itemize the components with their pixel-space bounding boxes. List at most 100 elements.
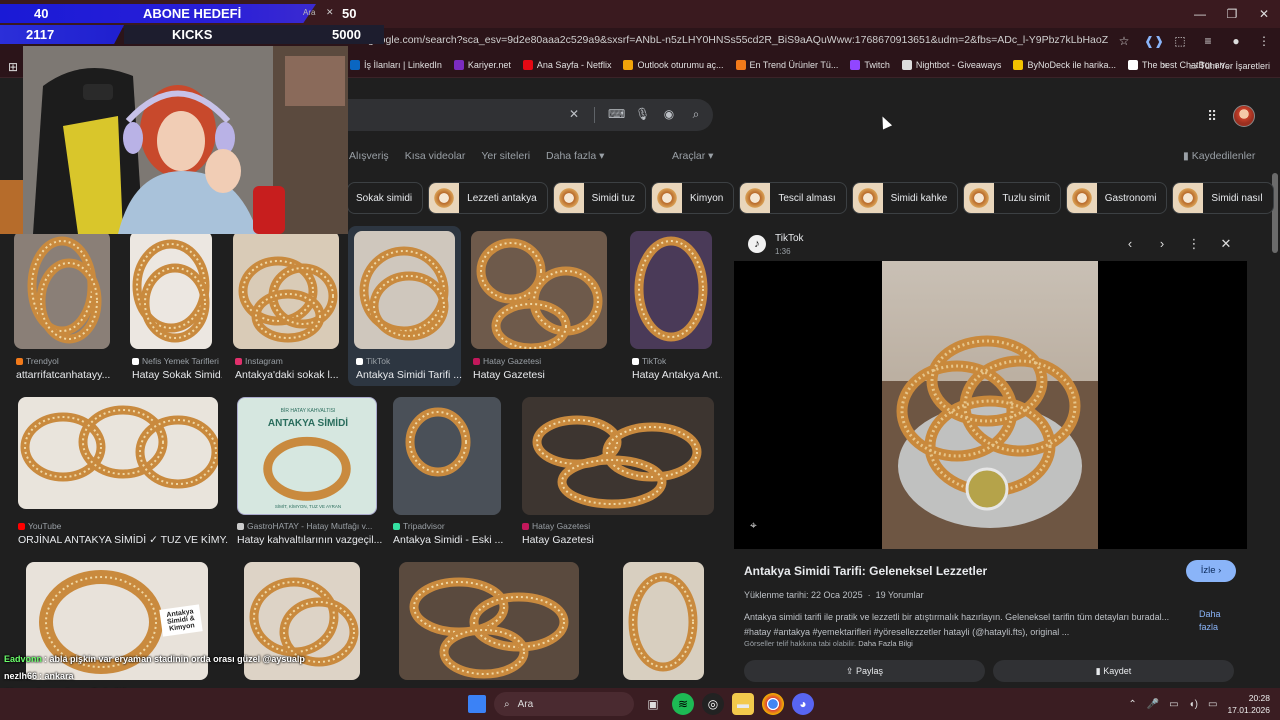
clear-icon[interactable]: ✕ <box>567 107 581 121</box>
lens-icon[interactable]: ◉ <box>662 107 676 121</box>
bookmarks-overflow-icon[interactable]: » <box>1162 60 1168 71</box>
share-button[interactable]: ⇪ Paylaş <box>744 660 985 682</box>
extensions-icon[interactable]: ⬚ <box>1172 33 1188 49</box>
result-thumbnail[interactable] <box>18 397 218 509</box>
close-icon[interactable]: ✕ <box>1248 0 1280 28</box>
mic-icon[interactable]: 🎤 <box>1147 699 1159 710</box>
reading-list-icon[interactable]: ≡ <box>1200 33 1216 49</box>
file-explorer-icon[interactable]: ▬ <box>732 693 754 715</box>
bookmark-item[interactable]: Outlook oturumu aç... <box>623 60 724 70</box>
task-view-icon[interactable]: ▣ <box>642 693 664 715</box>
microphone-icon[interactable]: 🎙 <box>635 107 650 121</box>
result-source[interactable]: Instagram <box>235 356 283 366</box>
related-search-chip[interactable]: Sokak simidi <box>347 182 424 214</box>
profile-icon[interactable]: ● <box>1228 33 1244 49</box>
image-result[interactable] <box>399 562 579 680</box>
image-result[interactable]: Instagram Antakya'daki sokak l... <box>233 231 339 381</box>
result-thumbnail[interactable] <box>233 231 339 349</box>
preview-media[interactable]: ⌖ <box>734 261 1247 549</box>
result-thumbnail[interactable] <box>522 397 714 515</box>
bookmark-item[interactable]: Twitch <box>850 60 890 70</box>
discord-icon[interactable]: ◕ <box>792 693 814 715</box>
related-search-chip[interactable]: Simidi kahke <box>851 182 959 214</box>
related-search-chip[interactable]: Simidi tuz <box>552 182 646 214</box>
url-text[interactable]: google.com/search?sca_esv=9d2e80aaa2c529… <box>368 34 1108 50</box>
image-result[interactable]: Hatay Gazetesi Hatay Gazetesi <box>471 231 607 381</box>
image-result[interactable]: Trendyol attarrifatcanhatayy... <box>14 231 110 381</box>
preview-image[interactable] <box>882 261 1098 549</box>
google-apps-icon[interactable]: ⠿ <box>1207 108 1217 125</box>
search-icon[interactable]: ⌕ <box>689 107 703 121</box>
avatar[interactable] <box>1233 105 1255 127</box>
result-title[interactable]: Hatay Sokak Simid... <box>132 369 222 381</box>
image-result[interactable]: Tripadvisor Antakya Simidi - Eski ... <box>393 397 503 547</box>
result-thumbnail[interactable] <box>130 231 212 349</box>
tray-overflow-icon[interactable]: ⌃ <box>1128 699 1136 710</box>
saved-button[interactable]: ▮ Kaydedilenler <box>1183 150 1255 162</box>
related-search-chip[interactable]: Tescil alması <box>739 182 847 214</box>
result-title[interactable]: Hatay Antakya Ant... <box>632 369 722 381</box>
result-thumbnail[interactable] <box>14 231 110 349</box>
result-title[interactable]: ORJİNAL ANTAKYA SİMİDİ ✓ TUZ VE KİMY... <box>18 534 228 546</box>
taskbar-search[interactable]: ⌕ Ara <box>494 692 634 716</box>
result-thumbnail[interactable] <box>354 231 455 349</box>
result-source[interactable]: Nefis Yemek Tarifleri <box>132 356 219 366</box>
bookmark-star-icon[interactable]: ☆ <box>1116 33 1132 49</box>
next-icon[interactable]: › <box>1155 236 1169 252</box>
result-source[interactable]: Tripadvisor <box>393 521 445 531</box>
keyboard-icon[interactable]: ⌨ <box>608 107 625 121</box>
result-source[interactable]: YouTube <box>18 521 61 531</box>
result-title[interactable]: Antakya Simidi Tarifi ... <box>356 369 465 381</box>
bookmark-item[interactable]: İş İlanları | LinkedIn <box>350 60 442 70</box>
volume-icon[interactable]: ◖) <box>1189 699 1198 710</box>
related-search-chip[interactable]: Tuzlu simit <box>963 182 1061 214</box>
image-result[interactable]: Nefis Yemek Tarifleri Hatay Sokak Simid..… <box>130 231 222 381</box>
filter-tab[interactable]: Kısa videolar <box>405 150 466 162</box>
filter-tab[interactable]: Alışveriş <box>349 150 389 162</box>
result-thumbnail[interactable] <box>471 231 607 349</box>
visual-search-icon[interactable]: ⌖ <box>750 518 757 533</box>
tools-button[interactable]: Araçlar ▾ <box>672 150 713 162</box>
result-thumbnail[interactable] <box>393 397 501 515</box>
result-title[interactable]: Hatay kahvaltılarının vazgeçil... <box>237 534 387 546</box>
scrollbar[interactable] <box>1270 78 1280 688</box>
result-source[interactable]: Hatay Gazetesi <box>473 356 541 366</box>
image-result[interactable]: BİR HATAY KAHVALTISI ANTAKYA SİMİDİ SİMİT,… <box>237 397 382 547</box>
bookmark-item[interactable]: En Trend Ürünler Tü... <box>735 60 838 70</box>
related-search-chip[interactable]: Lezzeti antakya <box>428 182 548 214</box>
start-icon[interactable] <box>468 695 486 713</box>
more-options-icon[interactable]: ⋮ <box>1187 236 1201 252</box>
image-result[interactable]: YouTube ORJİNAL ANTAKYA SİMİDİ ✓ TUZ VE K… <box>18 397 228 547</box>
result-source[interactable]: Trendyol <box>16 356 59 366</box>
result-title[interactable]: Hatay Gazetesi <box>473 369 617 381</box>
save-button[interactable]: ▮ Kaydet <box>993 660 1234 682</box>
result-source[interactable]: GastroHATAY - Hatay Mutfağı v... <box>237 521 372 531</box>
related-search-chip[interactable]: Simidi nasıl <box>1172 182 1274 214</box>
filter-tab[interactable]: Daha fazla ▾ <box>546 150 604 162</box>
learn-more-link[interactable]: Daha Fazla Bilgi <box>858 639 913 648</box>
result-source[interactable]: TikTok <box>632 356 666 366</box>
bookmark-item[interactable]: Nightbot - Giveaways <box>901 60 1001 70</box>
battery-icon[interactable]: ▭ <box>1208 699 1217 710</box>
image-result[interactable]: TikTok Antakya Simidi Tarifi ... <box>348 226 462 386</box>
related-search-chip[interactable]: Kimyon <box>651 182 735 214</box>
panel-source[interactable]: TikTok <box>775 233 804 244</box>
close-panel-icon[interactable]: ✕ <box>1219 236 1233 252</box>
result-thumbnail[interactable]: BİR HATAY KAHVALTISI ANTAKYA SİMİDİ SİMİT,… <box>237 397 377 515</box>
watch-button[interactable]: İzle › <box>1186 560 1236 582</box>
apps-icon[interactable]: ⊞ <box>8 60 18 74</box>
bookmark-item[interactable]: Kariyer.net <box>453 60 511 70</box>
clock[interactable]: 20:28 17.01.2026 <box>1227 692 1270 716</box>
result-title[interactable]: attarrifatcanhatayy... <box>16 369 120 381</box>
result-title[interactable]: Antakya'daki sokak l... <box>235 369 349 381</box>
bookmark-item[interactable]: Ana Sayfa - Netflix <box>522 60 611 70</box>
result-thumbnail[interactable] <box>630 231 712 349</box>
image-result[interactable] <box>623 562 704 680</box>
network-icon[interactable]: ▭ <box>1169 699 1178 710</box>
image-result[interactable]: TikTok Hatay Antakya Ant... <box>630 231 722 381</box>
translate-icon[interactable]: ❰❱ <box>1144 33 1164 49</box>
more-link[interactable]: Daha fazla <box>1199 608 1239 634</box>
related-search-chip[interactable]: Gastronomi <box>1065 182 1168 214</box>
menu-icon[interactable]: ⋮ <box>1256 33 1272 49</box>
result-source[interactable]: Hatay Gazetesi <box>522 521 590 531</box>
